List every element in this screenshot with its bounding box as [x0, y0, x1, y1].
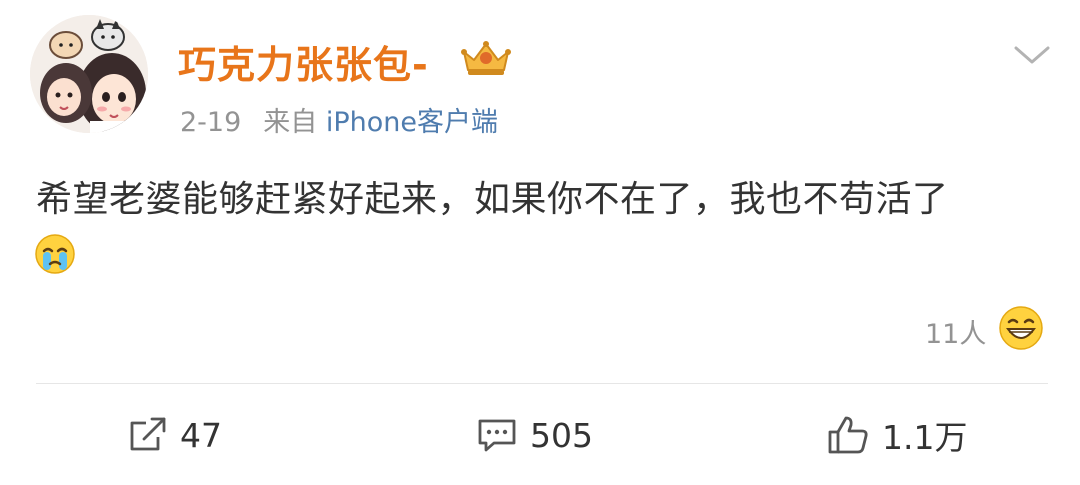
- like-count: 1.1万: [882, 418, 968, 457]
- crown-icon[interactable]: [458, 38, 514, 78]
- comment-button[interactable]: 505: [476, 412, 593, 458]
- thumbs-up-icon: [826, 414, 870, 456]
- crying-face-icon: [34, 233, 76, 275]
- username[interactable]: 巧克力张张包-: [178, 34, 429, 89]
- divider: [36, 383, 1048, 384]
- source-link[interactable]: iPhone客户端: [326, 107, 498, 138]
- reaction-count[interactable]: 11人: [925, 312, 986, 351]
- comment-count: 505: [530, 415, 593, 455]
- repost-count: 47: [180, 415, 222, 455]
- weibo-post: 巧克力张张包- 2-19 来自 iPhone客户端 希望老婆能够赶紧好起来，如果你…: [0, 0, 1080, 485]
- comment-icon: [476, 415, 518, 455]
- repost-icon: [128, 415, 168, 455]
- chevron-down-icon[interactable]: [1010, 40, 1054, 70]
- like-button[interactable]: 1.1万: [826, 412, 967, 458]
- grinning-face-icon[interactable]: [998, 305, 1044, 351]
- post-text: 希望老婆能够赶紧好起来，如果你不在了，我也不苟活了: [36, 179, 949, 220]
- source-prefix: 来自: [263, 107, 318, 138]
- post-meta: 2-19 来自 iPhone客户端: [180, 100, 498, 139]
- post-date: 2-19: [180, 107, 242, 138]
- repost-button[interactable]: 47: [128, 412, 222, 458]
- avatar[interactable]: [30, 15, 148, 133]
